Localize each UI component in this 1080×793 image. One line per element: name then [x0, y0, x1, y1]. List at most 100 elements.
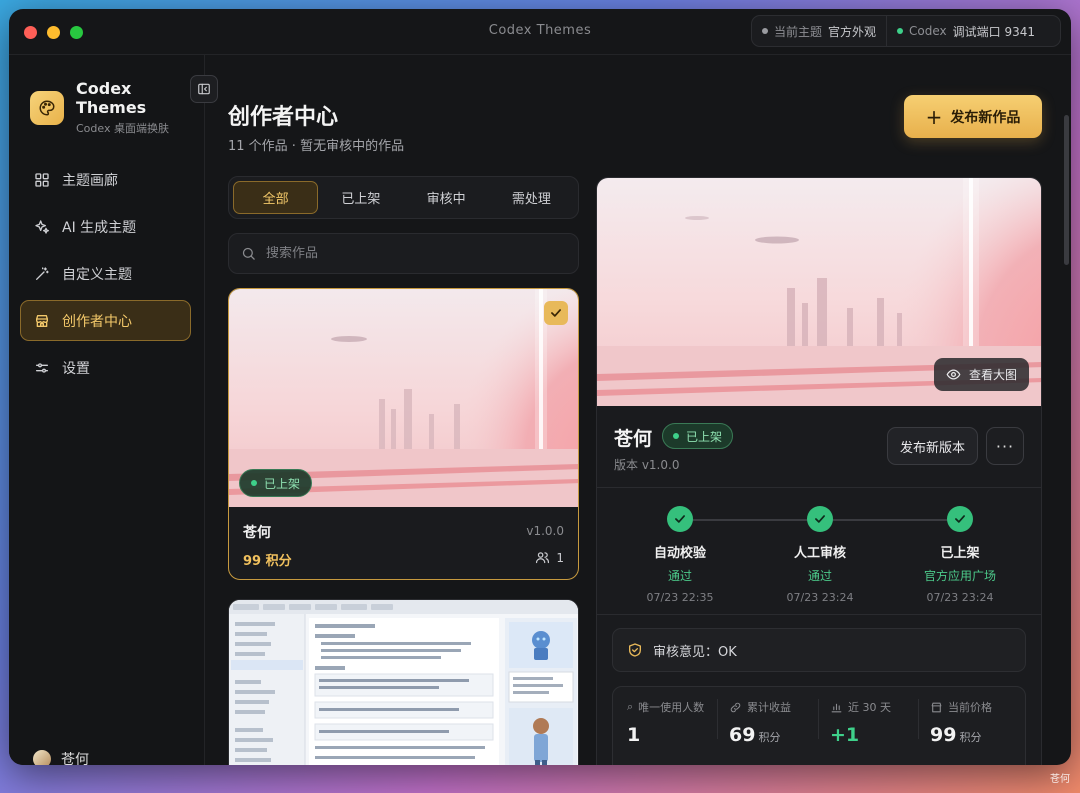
status-badge: 已上架: [239, 469, 313, 497]
publish-new-version-button[interactable]: 发布新版本: [887, 427, 978, 465]
step-status: 通过: [807, 569, 832, 583]
check-icon: [807, 506, 833, 532]
eye-icon: [946, 369, 961, 380]
review-steps: 自动校验 通过 07/23 22:35 人工审核 通过 07/23 23:24: [597, 506, 1041, 606]
debug-port: 调试端口 9341: [952, 24, 1036, 39]
status-dot-icon: [251, 480, 257, 486]
work-card[interactable]: [228, 599, 579, 765]
step-published: 已上架 官方应用广场 07/23 23:24: [900, 506, 1020, 604]
step-auto-check: 自动校验 通过 07/23 22:35: [620, 506, 740, 604]
sidebar-nav: 主题画廊 AI 生成主题 自定义主题 创作者中心 设置: [20, 159, 191, 394]
store-icon: [34, 313, 50, 329]
stat-unique-users: ⌕ 唯一使用人数 1: [627, 699, 727, 746]
detail-work-name: 苍何: [614, 428, 653, 450]
stat-value: 69: [729, 724, 756, 746]
stat-label: 唯一使用人数: [638, 701, 705, 714]
filter-tabs: 全部 已上架 审核中 需处理: [228, 176, 579, 219]
view-large-label: 查看大图: [968, 368, 1017, 382]
sidebar-item-label: AI 生成主题: [62, 219, 137, 236]
status-pill: 当前主题 官方外观 Codex 调试端口 9341: [751, 15, 1061, 47]
sidebar-collapse-icon: [198, 83, 210, 95]
stat-unit: 积分: [959, 731, 982, 744]
palette-icon: [30, 90, 64, 125]
users-icon: [536, 552, 550, 564]
work-users: 1: [535, 550, 564, 565]
brand-title: Codex Themes: [76, 79, 147, 117]
page-title: 创作者中心: [228, 105, 339, 130]
connected-dot-icon: [897, 28, 904, 34]
work-card[interactable]: 已上架 苍何 v1.0.0 99 积分 1: [228, 288, 579, 580]
sidebar-item-label: 创作者中心: [62, 313, 132, 330]
sidebar-item-gallery[interactable]: 主题画廊: [20, 159, 191, 200]
status-dot-icon: [762, 28, 768, 34]
check-icon: [947, 506, 973, 532]
sidebar-item-creator-center[interactable]: 创作者中心: [20, 300, 191, 341]
link-icon: [730, 702, 741, 712]
user-profile[interactable]: 苍何: [33, 749, 89, 765]
step-status: 官方应用广场: [923, 569, 996, 583]
sidebar-item-custom-theme[interactable]: 自定义主题: [20, 253, 191, 294]
plus-icon: +: [925, 104, 943, 129]
stat-total-earnings: 累计收益 69 积分: [729, 699, 829, 746]
sidebar-item-label: 主题画廊: [62, 172, 118, 189]
divider: [717, 699, 718, 739]
scrollbar[interactable]: [1064, 115, 1069, 265]
step-time: 07/23 23:24: [926, 591, 994, 604]
stat-value: 99: [930, 724, 957, 746]
stat-label: 近 30 天: [848, 701, 891, 714]
main-content: 创作者中心 11 个作品 · 暂无审核中的作品 + 发布新作品 全部 已上架 审…: [206, 55, 1071, 765]
current-theme-value: 官方外观: [828, 24, 877, 39]
sidebar-item-label: 自定义主题: [62, 266, 132, 283]
search-input[interactable]: [266, 246, 556, 261]
divider: [597, 487, 1041, 488]
sidebar-item-label: 设置: [62, 360, 90, 377]
stats-panel: ⌕ 唯一使用人数 1 累计收益 69 积分 近 30 天 +1 当前价格 99 …: [612, 686, 1026, 765]
selected-check-icon: [544, 301, 568, 325]
step-title: 人工审核: [793, 546, 846, 561]
page-subtitle: 11 个作品 · 暂无审核中的作品: [228, 139, 405, 154]
work-name: 苍何: [243, 525, 271, 541]
divider: [597, 614, 1041, 615]
step-time: 07/23 23:24: [786, 591, 854, 604]
step-status: 通过: [667, 569, 692, 583]
step-time: 07/23 22:35: [646, 591, 714, 604]
app-window: Codex Themes 当前主题 官方外观 Codex 调试端口 9341 C…: [9, 9, 1071, 765]
tab-needs-action[interactable]: 需处理: [489, 181, 574, 214]
more-options-button[interactable]: ···: [986, 427, 1024, 465]
status-label: 已上架: [264, 476, 301, 491]
stat-value: 1: [627, 724, 641, 746]
user-icon: ⌕: [627, 700, 634, 713]
sparkle-icon: [34, 219, 50, 235]
grid-icon: [34, 172, 50, 188]
sidebar-collapse-button[interactable]: [190, 75, 218, 103]
review-text: 审核意见：OK: [653, 644, 737, 660]
tab-reviewing[interactable]: 审核中: [404, 181, 489, 214]
shield-check-icon: [629, 643, 641, 657]
tab-published[interactable]: 已上架: [318, 181, 403, 214]
magic-wand-icon: [34, 266, 50, 282]
work-user-count: 1: [556, 550, 564, 565]
publish-label: 发布新作品: [950, 109, 1021, 126]
step-title: 已上架: [940, 546, 980, 561]
status-label: 已上架: [686, 429, 723, 444]
user-name: 苍何: [61, 752, 89, 765]
status-dot-icon: [673, 433, 679, 439]
detail-version: 版本 v1.0.0: [614, 458, 680, 472]
work-points: 99 积分: [243, 554, 292, 569]
sliders-icon: [34, 360, 50, 376]
tab-all[interactable]: 全部: [233, 181, 319, 214]
current-theme-status: 当前主题 官方外观: [752, 16, 886, 46]
stat-last-30-days: 近 30 天 +1: [830, 699, 930, 746]
step-title: 自动校验: [653, 546, 706, 561]
publish-new-work-button[interactable]: + 发布新作品: [904, 95, 1042, 138]
view-large-image-button[interactable]: 查看大图: [933, 358, 1029, 391]
divider: [818, 699, 819, 739]
work-thumbnail: [229, 600, 578, 765]
brand: Codex Themes Codex 桌面端换肤: [30, 79, 169, 136]
stat-label: 当前价格: [948, 701, 992, 714]
status-badge: 已上架: [662, 423, 734, 449]
sidebar-item-ai-generate[interactable]: AI 生成主题: [20, 206, 191, 247]
stat-current-price: 当前价格 99 积分: [930, 699, 1030, 746]
sidebar-item-settings[interactable]: 设置: [20, 347, 191, 388]
divider: [918, 699, 919, 739]
